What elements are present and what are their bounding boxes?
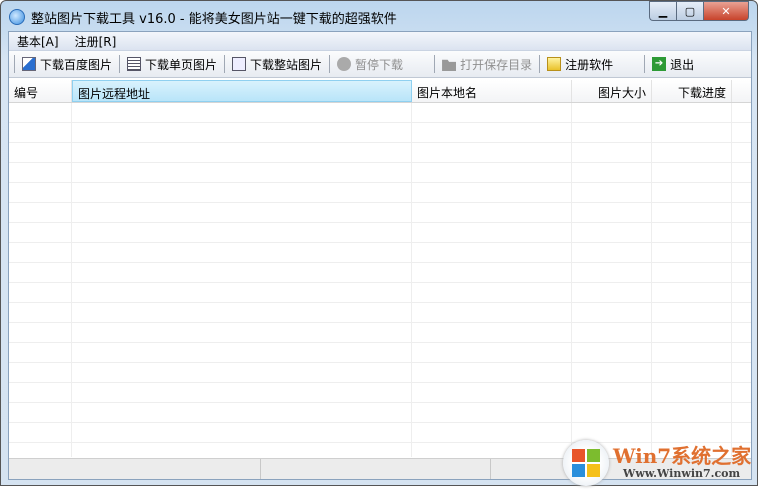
app-icon: [9, 9, 25, 25]
column-header-id[interactable]: 编号: [9, 80, 72, 102]
column-header-size[interactable]: 图片大小: [572, 80, 652, 102]
list-body: [9, 103, 751, 457]
minimize-button[interactable]: ▁: [649, 1, 676, 21]
window-title: 整站图片下载工具 v16.0 - 能将美女图片站一键下载的超强软件: [31, 11, 397, 27]
site-icon: [232, 57, 247, 71]
download-site-button[interactable]: 下载整站图片: [226, 53, 328, 75]
status-pane-2: [261, 459, 491, 479]
close-button[interactable]: ✕: [703, 1, 749, 21]
pause-icon: [337, 57, 352, 71]
page-icon: [127, 57, 142, 71]
windows-logo-icon: [563, 440, 609, 486]
column-header-remote-url[interactable]: 图片远程地址: [72, 80, 412, 102]
exit-icon: ➔: [652, 57, 667, 71]
column-header-local-name[interactable]: 图片本地名: [412, 80, 572, 102]
register-software-button[interactable]: 注册软件: [541, 53, 619, 75]
register-icon: [547, 57, 562, 71]
open-save-folder-button[interactable]: 打开保存目录: [436, 53, 538, 75]
list-header: 编号 图片远程地址 图片本地名 图片大小 下载进度: [9, 80, 751, 103]
toolbar: 下载百度图片 下载单页图片 下载整站图片 暂停下载 打开保存目录 注册软件 ➔ 退…: [9, 51, 751, 78]
download-single-page-button[interactable]: 下载单页图片: [121, 53, 223, 75]
maximize-button[interactable]: ▢: [676, 1, 703, 21]
exit-button[interactable]: ➔ 退出: [646, 53, 700, 75]
menu-register[interactable]: 注册[R]: [75, 33, 117, 50]
app-window: 整站图片下载工具 v16.0 - 能将美女图片站一键下载的超强软件 ▁ ▢ ✕ …: [0, 0, 758, 486]
download-list[interactable]: 编号 图片远程地址 图片本地名 图片大小 下载进度: [9, 80, 751, 457]
folder-icon: [442, 59, 457, 71]
watermark: Win7系统之家 Www.Winwin7.com: [563, 438, 758, 488]
watermark-url: Www.Winwin7.com: [623, 467, 741, 480]
menu-bar: 基本[A] 注册[R]: [9, 32, 751, 51]
ie-page-icon: [22, 57, 36, 71]
pause-download-button[interactable]: 暂停下载: [331, 53, 409, 75]
menu-basic[interactable]: 基本[A]: [17, 33, 59, 50]
status-pane-1: [9, 459, 261, 479]
column-header-progress[interactable]: 下载进度: [652, 80, 732, 102]
watermark-brand: Win7系统之家: [613, 444, 752, 468]
download-baidu-button[interactable]: 下载百度图片: [16, 53, 118, 75]
title-bar: 整站图片下载工具 v16.0 - 能将美女图片站一键下载的超强软件: [9, 6, 397, 28]
